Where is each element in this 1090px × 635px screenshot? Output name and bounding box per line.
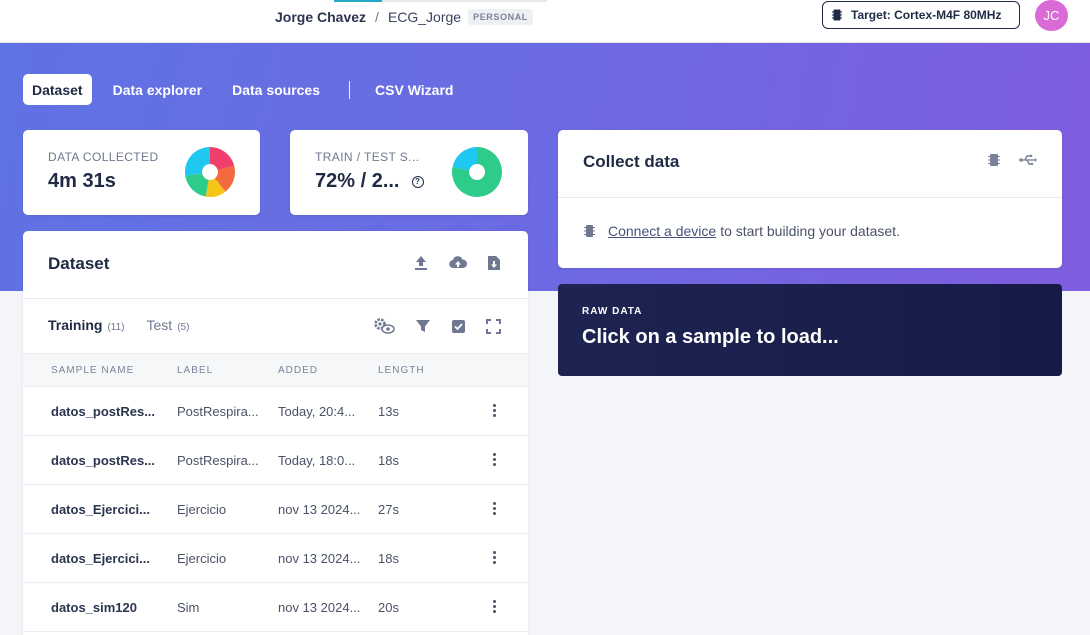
row-menu-icon[interactable] <box>488 550 500 566</box>
sample-name: datos_Ejercici... <box>51 502 150 517</box>
sample-added: nov 13 2024... <box>278 551 361 566</box>
sample-name: datos_postRes... <box>51 453 156 468</box>
data-collected-card: DATA COLLECTED 4m 31s <box>23 130 260 215</box>
sample-length: 20s <box>378 600 399 615</box>
train-test-donut-chart <box>452 147 502 197</box>
top-bar: Jorge Chavez / ECG_Jorge PERSONAL Target… <box>0 0 1090 43</box>
column-label[interactable]: LABEL <box>177 365 213 376</box>
subtab-test[interactable]: Test (5) <box>147 317 190 333</box>
data-collected-value: 4m 31s <box>48 170 116 192</box>
cloud-upload-icon[interactable] <box>449 255 467 271</box>
checkbox-icon[interactable] <box>451 319 466 334</box>
tab-csv-wizard[interactable]: CSV Wizard <box>366 74 462 105</box>
collect-divider <box>558 197 1062 198</box>
tab-data-explorer[interactable]: Data explorer <box>104 74 211 105</box>
avatar[interactable]: JC <box>1035 0 1068 31</box>
breadcrumb-user[interactable]: Jorge Chavez <box>275 9 366 25</box>
row-menu-icon[interactable] <box>488 452 500 468</box>
dataset-filter-actions <box>373 317 501 335</box>
breadcrumb: Jorge Chavez / ECG_Jorge PERSONAL <box>275 7 533 27</box>
table-row[interactable]: datos_sim120 Sim nov 13 2024... 20s <box>23 583 528 632</box>
sample-length: 13s <box>378 404 399 419</box>
dataset-panel: Dataset Training (11) Test (5) SAMPLE NAME… <box>23 231 528 635</box>
dataset-divider <box>23 298 528 299</box>
collect-message-text: to start building your dataset. <box>720 223 900 239</box>
sample-label: Ejercicio <box>177 502 227 517</box>
filter-icon[interactable] <box>415 318 431 334</box>
sample-length: 18s <box>378 453 399 468</box>
help-icon[interactable]: ? <box>411 175 424 188</box>
chip-icon <box>584 225 595 237</box>
usb-icon[interactable] <box>1019 153 1037 167</box>
column-added[interactable]: ADDED <box>278 365 318 376</box>
subtab-training[interactable]: Training (11) <box>48 317 125 333</box>
top-progress-indicator <box>334 0 547 2</box>
sample-added: Today, 20:4... <box>278 404 356 419</box>
sample-name: datos_postRes... <box>51 404 156 419</box>
row-menu-icon[interactable] <box>488 403 500 419</box>
sample-label: PostRespira... <box>177 404 259 419</box>
tab-divider <box>349 80 351 99</box>
page-tabs: Dataset Data explorer Data sources CSV W… <box>23 74 474 105</box>
upload-icon[interactable] <box>413 255 429 271</box>
sample-label: Sim <box>177 600 200 615</box>
data-collected-donut-chart <box>185 147 235 197</box>
data-collected-label: DATA COLLECTED <box>48 150 159 164</box>
sample-name: datos_Ejercici... <box>51 551 150 566</box>
tab-data-sources[interactable]: Data sources <box>223 74 329 105</box>
train-test-label: TRAIN / TEST S... <box>315 150 420 164</box>
table-row[interactable]: datos_Ejercici... Ejercicio nov 13 2024.… <box>23 485 528 534</box>
sample-label: PostRespira... <box>177 453 259 468</box>
sample-added: nov 13 2024... <box>278 600 361 615</box>
row-menu-icon[interactable] <box>488 501 500 517</box>
train-test-value: 72% / 2... ? <box>315 170 424 193</box>
raw-data-panel: RAW DATA Click on a sample to load... <box>558 284 1062 376</box>
dataset-actions <box>413 255 501 271</box>
raw-data-prompt: Click on a sample to load... <box>582 326 839 348</box>
sample-label: Ejercicio <box>177 551 227 566</box>
connect-device-link[interactable]: Connect a device <box>608 223 716 239</box>
table-row[interactable]: datos_Ejercici... Ejercicio nov 13 2024.… <box>23 534 528 583</box>
sample-added: Today, 18:0... <box>278 453 356 468</box>
expand-icon[interactable] <box>486 318 501 334</box>
column-length[interactable]: LENGTH <box>378 365 425 376</box>
personal-badge: PERSONAL <box>468 9 533 25</box>
breadcrumb-project[interactable]: ECG_Jorge <box>388 9 461 25</box>
collect-data-actions <box>987 153 1037 167</box>
sample-length: 18s <box>378 551 399 566</box>
target-device-button[interactable]: Target: Cortex-M4F 80MHz <box>822 1 1020 29</box>
breadcrumb-separator: / <box>375 9 379 25</box>
dataset-title: Dataset <box>48 254 110 273</box>
dataset-subtabs: Training (11) Test (5) <box>48 317 211 333</box>
raw-data-label: RAW DATA <box>582 306 643 317</box>
target-label: Target: Cortex-M4F 80MHz <box>851 8 1002 22</box>
collect-data-card: Collect data Connect a device to start b… <box>558 130 1062 268</box>
column-sample-name[interactable]: SAMPLE NAME <box>51 365 134 376</box>
collect-data-title: Collect data <box>583 152 680 171</box>
download-file-icon[interactable] <box>487 255 501 271</box>
collect-data-message: Connect a device to start building your … <box>583 223 900 239</box>
sample-added: nov 13 2024... <box>278 502 361 517</box>
chip-icon <box>832 9 842 21</box>
row-menu-icon[interactable] <box>488 599 500 615</box>
table-header: SAMPLE NAME LABEL ADDED LENGTH <box>23 353 528 387</box>
table-row[interactable]: datos_postRes... PostRespira... Today, 2… <box>23 387 528 436</box>
gear-eye-icon[interactable] <box>373 317 395 335</box>
sample-name: datos_sim120 <box>51 600 137 615</box>
tab-dataset[interactable]: Dataset <box>23 74 92 105</box>
sample-length: 27s <box>378 502 399 517</box>
chip-icon[interactable] <box>987 153 1001 167</box>
table-row[interactable]: datos_postRes... PostRespira... Today, 1… <box>23 436 528 485</box>
train-test-split-card: TRAIN / TEST S... 72% / 2... ? <box>290 130 528 215</box>
